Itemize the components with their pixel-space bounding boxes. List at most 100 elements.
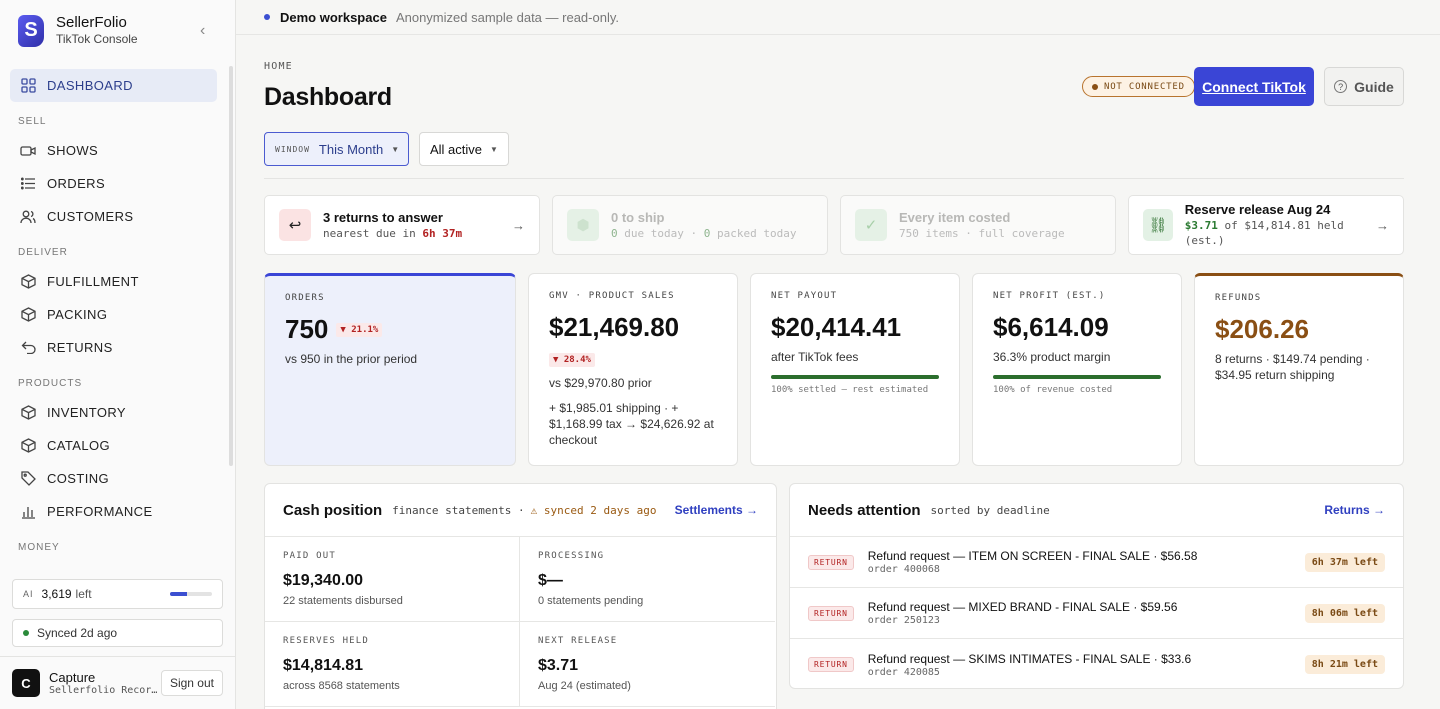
sync-status[interactable]: Synced 2d ago bbox=[12, 619, 223, 647]
sidebar-item-performance[interactable]: PERFORMANCE bbox=[10, 495, 217, 528]
alert-returns[interactable]: ↩ 3 returns to answer nearest due in 6h … bbox=[264, 195, 540, 255]
panel-header: Needs attention sorted by deadline Retur… bbox=[790, 484, 1403, 537]
sidebar-item-catalog[interactable]: CATALOG bbox=[10, 429, 217, 462]
brand-logo: S bbox=[18, 14, 44, 47]
cash-grid: PAID OUT $19,340.00 22 statements disbur… bbox=[265, 537, 776, 707]
metric-gmv[interactable]: GMV · PRODUCT SALES $21,469.80 ▼ 28.4% v… bbox=[528, 273, 738, 466]
divider bbox=[264, 178, 1404, 179]
users-icon bbox=[19, 208, 37, 226]
alert-title: Every item costed bbox=[899, 209, 1011, 225]
check-icon: ✓ bbox=[855, 209, 887, 241]
ai-suffix: left bbox=[75, 587, 92, 601]
book-icon bbox=[19, 437, 37, 455]
ai-credits[interactable]: AI 3,619 left bbox=[12, 579, 223, 609]
sidebar-item-customers[interactable]: CUSTOMERS bbox=[10, 200, 217, 233]
status-badge: NOT CONNECTED bbox=[1082, 76, 1195, 97]
sidebar-item-dashboard[interactable]: DASHBOARD bbox=[10, 69, 217, 102]
sidebar-item-label: COSTING bbox=[47, 471, 110, 486]
list-icon bbox=[19, 175, 37, 193]
metric-label: NET PROFIT (EST.) bbox=[993, 291, 1106, 301]
window-value: This Month bbox=[318, 141, 384, 157]
connect-tiktok-button[interactable]: Connect TikTok bbox=[1194, 67, 1314, 106]
alert-costed[interactable]: ✓ Every item costed 750 items · full cov… bbox=[840, 195, 1116, 255]
sync-label: Synced 2d ago bbox=[37, 626, 118, 640]
sidebar-item-label: SHOWS bbox=[47, 143, 99, 158]
list-item[interactable]: RETURN Refund request — SKIMS INTIMATES … bbox=[790, 639, 1403, 688]
metric-value: $206.26 bbox=[1215, 314, 1309, 344]
nav-section-products: PRODUCTS bbox=[18, 378, 83, 389]
metric-sub: vs $29,970.80 prior bbox=[549, 376, 652, 390]
arrow-right-icon: → bbox=[512, 217, 525, 233]
metric-orders[interactable]: ORDERS 750 ▼ 21.1% vs 950 in the prior pe… bbox=[264, 273, 516, 466]
metric-label: REFUNDS bbox=[1215, 293, 1262, 303]
metric-refunds[interactable]: REFUNDS $206.26 8 returns · $149.74 pend… bbox=[1194, 273, 1404, 466]
brand-name: SellerFolio bbox=[56, 14, 127, 31]
alert-title: 3 returns to answer bbox=[323, 209, 443, 225]
panel-meta: sorted by deadline bbox=[930, 503, 1050, 517]
ai-credit-bar bbox=[170, 592, 212, 596]
ai-value: 3,619 bbox=[41, 587, 72, 601]
metric-sub: vs 950 in the prior period bbox=[285, 352, 418, 366]
user-panel: C Capture Sellerfolio Recor… Sign out bbox=[0, 656, 235, 709]
window-select[interactable]: WINDOW This Month ▼ bbox=[264, 132, 409, 166]
sidebar-item-label: PERFORMANCE bbox=[47, 504, 153, 519]
cash-next-release: NEXT RELEASE $3.71 Aug 24 (estimated) bbox=[520, 622, 775, 707]
return-icon: ↩ bbox=[279, 209, 311, 241]
guide-button[interactable]: ? Guide bbox=[1324, 67, 1404, 106]
user-org: Sellerfolio Recor… bbox=[49, 685, 158, 696]
panel-header: Cash position finance statements · ⚠ syn… bbox=[265, 484, 776, 537]
metric-sub: 36.3% product margin bbox=[993, 350, 1111, 364]
needs-attention-panel: Needs attention sorted by deadline Retur… bbox=[789, 483, 1404, 689]
sidebar-item-label: FULFILLMENT bbox=[47, 274, 139, 289]
nav-section-sell: SELL bbox=[18, 116, 47, 127]
sidebar-item-shows[interactable]: SHOWS bbox=[10, 134, 217, 167]
sync-warning: ⚠ synced 2 days ago bbox=[530, 503, 657, 517]
delta-badge: ▼ 28.4% bbox=[549, 353, 595, 367]
sidebar-item-fulfillment[interactable]: FULFILLMENT bbox=[10, 265, 217, 298]
brand[interactable]: S SellerFolio TikTok Console bbox=[18, 14, 138, 47]
sidebar-item-inventory[interactable]: INVENTORY bbox=[10, 396, 217, 429]
breadcrumb[interactable]: HOME bbox=[264, 61, 293, 72]
sidebar-item-packing[interactable]: PACKING bbox=[10, 298, 217, 331]
alert-to-ship[interactable]: ⬢ 0 to ship 0 due today · 0 packed today bbox=[552, 195, 828, 255]
metric-note: 100% of revenue costed bbox=[993, 385, 1113, 395]
video-icon bbox=[19, 142, 37, 160]
app-root: S SellerFolio TikTok Console ‹ DASHBOARD… bbox=[0, 0, 1440, 709]
metric-net-profit[interactable]: NET PROFIT (EST.) $6,614.09 36.3% produc… bbox=[972, 273, 1182, 466]
ai-label: AI bbox=[23, 589, 34, 599]
delta-badge: ▼ 21.1% bbox=[336, 322, 383, 337]
returns-link[interactable]: Returns → bbox=[1324, 503, 1385, 517]
metric-value: $20,414.41 bbox=[771, 312, 902, 342]
box-icon: ⬢ bbox=[567, 209, 599, 241]
sidebar-item-costing[interactable]: COSTING bbox=[10, 462, 217, 495]
brand-subtitle: TikTok Console bbox=[56, 32, 138, 46]
sidebar-item-orders[interactable]: ORDERS bbox=[10, 167, 217, 200]
status-dot-icon bbox=[1092, 83, 1098, 90]
filter-value: All active bbox=[430, 141, 483, 157]
status-dot-icon bbox=[23, 630, 29, 636]
alert-reserve-release[interactable]: ⛓ Reserve release Aug 24 $3.71 of $14,81… bbox=[1128, 195, 1404, 255]
box-icon bbox=[19, 273, 37, 291]
avatar[interactable]: C bbox=[12, 669, 40, 697]
list-item[interactable]: RETURN Refund request — ITEM ON SCREEN -… bbox=[790, 537, 1403, 588]
arrow-right-icon: → bbox=[1376, 217, 1389, 233]
alert-title: 0 to ship bbox=[611, 209, 665, 225]
status-filter-select[interactable]: All active ▼ bbox=[419, 132, 509, 166]
cash-processing: PROCESSING $— 0 statements pending bbox=[520, 537, 775, 622]
metric-value: $21,469.80 bbox=[549, 312, 680, 342]
metric-label: GMV · PRODUCT SALES bbox=[549, 291, 675, 301]
sign-out-button[interactable]: Sign out bbox=[160, 670, 223, 696]
metric-net-payout[interactable]: NET PAYOUT $20,414.41 after TikTok fees … bbox=[750, 273, 960, 466]
sidebar-item-label: RETURNS bbox=[47, 340, 113, 355]
sidebar-item-returns[interactable]: RETURNS bbox=[10, 331, 217, 364]
tag-icon bbox=[19, 470, 37, 488]
bar-chart-icon bbox=[19, 503, 37, 521]
return-tag: RETURN bbox=[808, 657, 854, 672]
box-icon bbox=[19, 306, 37, 324]
sidebar-scrollbar[interactable] bbox=[229, 66, 233, 466]
settlements-link[interactable]: Settlements → bbox=[675, 503, 758, 517]
caret-down-icon: ▼ bbox=[391, 144, 400, 154]
panel-meta: finance statements · bbox=[392, 503, 525, 517]
collapse-sidebar-icon[interactable]: ‹ bbox=[200, 22, 205, 40]
list-item[interactable]: RETURN Refund request — MIXED BRAND - FI… bbox=[790, 588, 1403, 639]
